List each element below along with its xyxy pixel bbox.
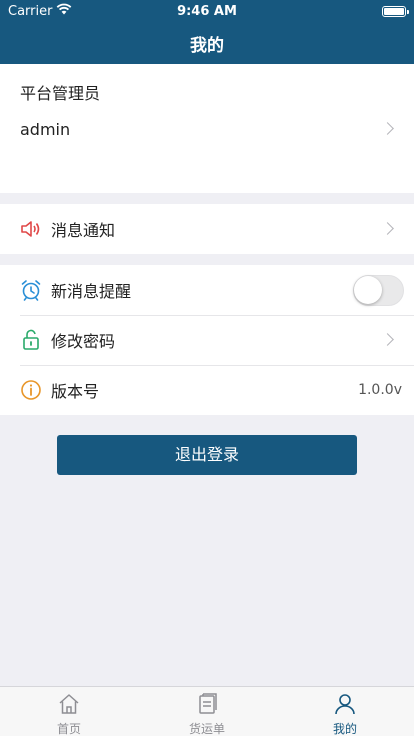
version-label: 版本号	[51, 382, 100, 401]
chevron-right-icon	[381, 222, 394, 235]
home-icon	[57, 693, 81, 720]
tab-waybill[interactable]: 货运单	[138, 687, 276, 736]
new-message-alert-row: 新消息提醒	[0, 265, 414, 315]
version-row: 版本号 1.0.0v	[0, 365, 414, 415]
notifications-label: 消息通知	[51, 221, 116, 240]
notifications-row[interactable]: 消息通知	[0, 204, 414, 254]
carrier-label: Carrier	[8, 3, 53, 19]
tab-label: 我的	[332, 722, 357, 736]
change-password-row[interactable]: 修改密码	[0, 315, 414, 365]
profile-card[interactable]: 平台管理员 admin	[0, 64, 414, 193]
tab-home[interactable]: 首页	[0, 687, 138, 736]
profile-username: admin	[20, 120, 71, 139]
tab-label: 首页	[56, 722, 81, 736]
tab-bar: 首页 货运单 我的	[0, 686, 414, 736]
tab-mine[interactable]: 我的	[276, 687, 414, 736]
settings-section: 新消息提醒 修改密码 版本号 1.0.0v	[0, 265, 414, 415]
unlock-icon	[20, 329, 42, 351]
page-title: 我的	[190, 35, 224, 56]
toggle-knob	[354, 276, 382, 304]
wifi-icon	[56, 3, 72, 19]
status-bar: Carrier 9:46 AM	[0, 0, 414, 22]
chevron-right-icon	[381, 333, 394, 346]
info-icon	[20, 379, 42, 401]
logout-button[interactable]: 退出登录	[57, 435, 357, 475]
version-value: 1.0.0v	[358, 382, 402, 398]
tab-label: 货运单	[188, 722, 225, 736]
document-icon	[195, 693, 219, 720]
profile-role: 平台管理员	[20, 84, 101, 103]
new-message-alert-label: 新消息提醒	[51, 282, 132, 301]
battery-icon	[382, 5, 409, 17]
alarm-clock-icon	[20, 279, 42, 301]
change-password-label: 修改密码	[51, 332, 116, 351]
notifications-section: 消息通知	[0, 204, 414, 254]
new-message-alert-toggle[interactable]	[353, 275, 404, 306]
header: Carrier 9:46 AM 我的	[0, 0, 414, 64]
person-icon	[333, 693, 357, 720]
speaker-icon	[20, 218, 42, 240]
